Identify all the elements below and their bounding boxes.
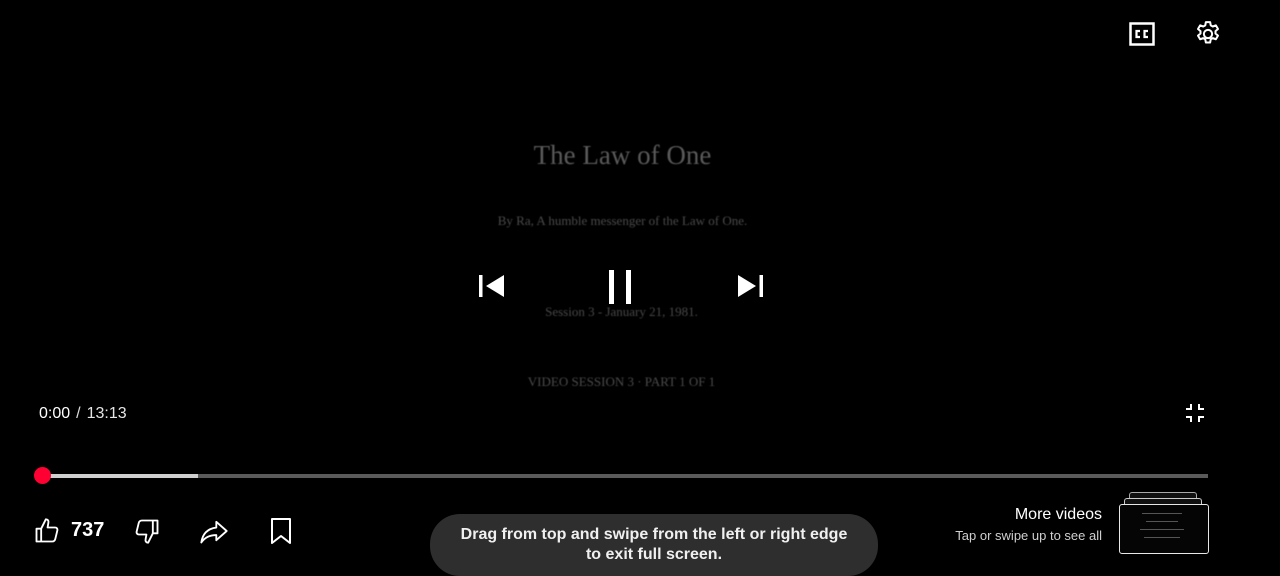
more-videos-title: More videos <box>1014 506 1102 523</box>
thumbnail-text-line <box>1142 513 1182 514</box>
pause-button[interactable] <box>599 264 643 310</box>
more-videos-hint: Tap or swipe up to see all <box>955 528 1102 543</box>
more-videos-panel[interactable]: More videos Tap or swipe up to see all <box>955 506 1102 543</box>
progress-scrubber[interactable] <box>34 467 51 484</box>
dislike-button[interactable] <box>130 514 164 548</box>
next-button[interactable] <box>730 266 770 306</box>
thumbnail-text-line <box>1140 529 1184 530</box>
share-button[interactable] <box>197 514 231 548</box>
fullscreen-hint-toast: Drag from top and swipe from the left or… <box>430 514 878 576</box>
progress-buffered <box>42 474 199 478</box>
previous-button[interactable] <box>472 266 512 306</box>
captions-button[interactable] <box>1124 16 1160 52</box>
gear-icon <box>1197 21 1219 44</box>
slide-title: The Law of One <box>533 140 712 170</box>
bookmark-icon <box>271 518 291 544</box>
like-button[interactable] <box>30 514 64 548</box>
toast-message: Drag from top and swipe from the left or… <box>460 526 848 563</box>
thumbnail-front <box>1119 504 1209 554</box>
duration: 13:13 <box>86 405 127 422</box>
time-display: 0:00 / 13:13 <box>39 405 127 423</box>
thumbnail-text-line <box>1144 537 1180 538</box>
skip-previous-icon <box>479 275 504 297</box>
slide-subtitle: By Ra, A humble messenger of the Law of … <box>497 213 748 228</box>
save-button[interactable] <box>266 514 296 548</box>
cc-icon <box>1129 22 1155 46</box>
slide-part: VIDEO SESSION 3 · PART 1 OF 1 <box>527 374 716 389</box>
thumbs-down-icon <box>135 519 159 544</box>
pause-icon <box>609 270 631 304</box>
progress-bar[interactable] <box>42 474 1208 478</box>
share-icon <box>200 520 228 544</box>
exit-fullscreen-icon <box>1186 404 1204 422</box>
thumbs-up-icon <box>35 518 59 543</box>
skip-next-icon <box>738 275 763 297</box>
settings-button[interactable] <box>1190 16 1226 52</box>
current-time: 0:00 <box>39 405 71 422</box>
more-videos-thumbnail-stack[interactable] <box>1119 492 1209 556</box>
thumbnail-text-line <box>1146 521 1178 522</box>
like-count: 737 <box>71 519 105 541</box>
exit-fullscreen-button[interactable] <box>1180 398 1210 428</box>
time-separator: / <box>76 405 81 422</box>
